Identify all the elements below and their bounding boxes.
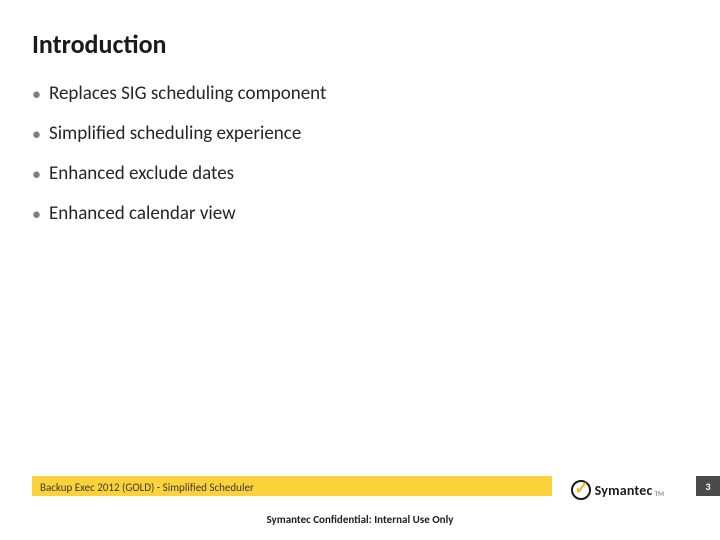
page-number: 3 [696,476,720,496]
list-item: • Enhanced exclude dates [32,162,680,186]
bullet-text: Enhanced exclude dates [49,162,234,186]
brand-logo: ✓ Symantec TM [571,480,664,500]
list-item: • Enhanced calendar view [32,202,680,226]
list-item: • Replaces SIG scheduling component [32,82,680,106]
bullet-text: Enhanced calendar view [49,202,236,226]
trademark-label: TM [655,489,664,498]
list-item: • Simplified scheduling experience [32,122,680,146]
bullet-icon: • [32,82,41,106]
bullet-icon: • [32,202,41,226]
bullet-list: • Replaces SIG scheduling component • Si… [32,82,680,242]
check-circle-icon: ✓ [571,480,591,500]
brand-name: Symantec [595,482,653,499]
bullet-text: Replaces SIG scheduling component [49,82,326,106]
bullet-text: Simplified scheduling experience [49,122,301,146]
confidentiality-label: Symantec Confidential: Internal Use Only [0,513,720,526]
footer-project-label: Backup Exec 2012 (GOLD) - Simplified Sch… [40,481,254,494]
bullet-icon: • [32,162,41,186]
bullet-icon: • [32,122,41,146]
slide: Introduction • Replaces SIG scheduling c… [0,0,720,540]
slide-title: Introduction [32,28,167,60]
checkmark-icon: ✓ [574,479,589,497]
